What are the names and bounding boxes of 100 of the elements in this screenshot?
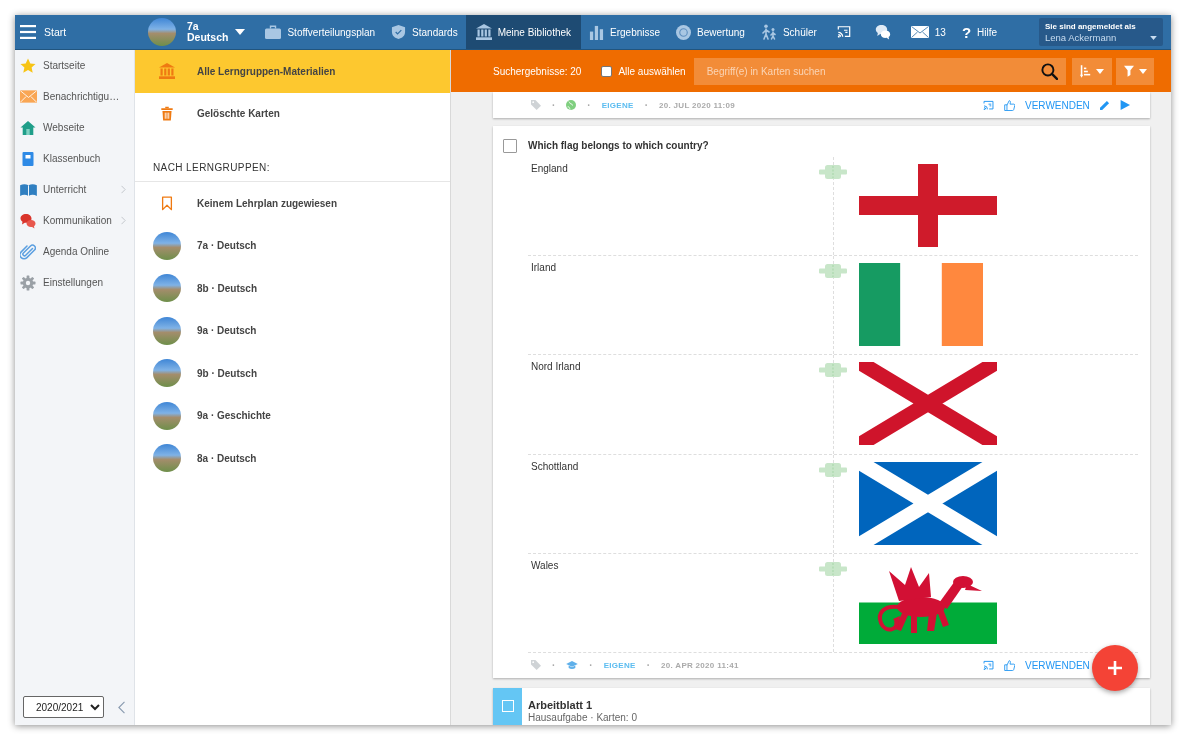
section-heading: NACH LERNGRUPPEN: (153, 162, 270, 173)
house-icon (20, 119, 36, 136)
term-label: England (531, 163, 568, 174)
nav-tab[interactable]: Meine Bibliothek (465, 15, 582, 49)
photo-placeholder (148, 18, 176, 46)
group-item[interactable]: 8a · Deutsch (135, 437, 450, 480)
bank-icon (159, 63, 175, 80)
thumbs-up-icon[interactable] (1004, 659, 1015, 671)
briefcase-icon (265, 25, 282, 39)
envelope-icon (910, 26, 929, 38)
cast-icon (836, 25, 851, 39)
filter-button[interactable] (1116, 57, 1154, 85)
sidebar-item[interactable]: Einstellungen (15, 267, 134, 298)
star-icon (20, 57, 36, 74)
bookmark-icon (160, 195, 174, 211)
term-label: Irland (531, 262, 556, 274)
play-icon[interactable] (1119, 100, 1130, 110)
nav-tab[interactable]: Bewertung (668, 15, 753, 49)
connector-icon[interactable] (819, 264, 847, 279)
shield-icon (391, 24, 407, 40)
card-checkbox[interactable] (503, 138, 517, 153)
checkbox[interactable] (601, 65, 613, 77)
connector-icon[interactable] (819, 462, 847, 477)
group-item[interactable]: 8b · Deutsch (135, 267, 450, 310)
source-label: EIGENE (601, 100, 634, 110)
sidebar-item[interactable]: Kommunikation (15, 205, 134, 236)
meta-separator: · (587, 99, 591, 111)
caret-icon (1150, 35, 1157, 40)
date-label: 20. JUL 2020 11:09 (659, 100, 736, 110)
chat-icon (874, 24, 891, 40)
menu-button[interactable]: Start (15, 15, 135, 49)
people-icon (760, 24, 777, 40)
group-item[interactable]: 9b · Deutsch (135, 352, 450, 395)
sort-button[interactable] (1072, 57, 1112, 85)
photo-placeholder (153, 231, 181, 260)
connector-icon[interactable] (819, 165, 847, 179)
paperclip-icon (20, 243, 36, 260)
caret-icon (1138, 68, 1147, 74)
search-field[interactable]: Begriff(e) in Karten suchen (693, 57, 1066, 85)
card-subtitle: Hausaufgabe · Karten: 0 (528, 711, 637, 724)
group-selector[interactable]: 7a Deutsch (148, 15, 246, 49)
envelope-icon (19, 90, 37, 103)
nav-tab[interactable]: Ergebnisse (581, 15, 669, 49)
card-title: Which flag belongs to which country? (528, 140, 709, 151)
connector-icon[interactable] (819, 561, 847, 576)
sidebar-item[interactable]: Agenda Online (15, 236, 134, 267)
term-label: Schottland (531, 460, 579, 472)
nav-tab[interactable]: Schüler (752, 15, 825, 49)
bar-chart-icon (589, 24, 605, 40)
sidebar-item[interactable]: Klassenbuch (15, 143, 134, 174)
collapse-icon[interactable] (118, 700, 125, 714)
sort-icon (1080, 64, 1091, 78)
source-label: EIGENE (603, 660, 636, 670)
card-title: Arbeitblatt 1 (528, 698, 594, 712)
tag-icon (531, 100, 541, 110)
nav-tab[interactable]: Stoffverteilungsplan (257, 15, 384, 49)
filter-icon (1123, 65, 1134, 77)
sidebar-item[interactable]: Benachrichtigu… (15, 81, 134, 112)
globe-icon (566, 100, 577, 110)
library-item[interactable]: Gelöschte Karten (135, 92, 450, 135)
sidebar-item[interactable]: Unterricht (15, 174, 134, 205)
photo-placeholder (153, 359, 181, 388)
chat-icon (20, 212, 36, 229)
user-menu[interactable]: Sie sind angemeldet als Lena Ackermann (1039, 18, 1163, 46)
nav-tab[interactable]: Standards (383, 15, 466, 49)
bank-icon (475, 24, 492, 40)
caret-icon (1096, 68, 1104, 74)
graduation-cap-icon (566, 660, 579, 670)
open-book-icon (19, 183, 37, 196)
mail-button[interactable]: 13 (902, 15, 954, 49)
connector-icon[interactable] (819, 363, 847, 378)
meta-separator: · (646, 659, 651, 671)
sidebar-item[interactable]: Startseite (15, 50, 134, 81)
plus-icon (1108, 661, 1122, 675)
photo-placeholder (153, 401, 181, 430)
cast-icon[interactable] (983, 659, 994, 671)
cast-icon[interactable] (983, 99, 994, 111)
badge-icon (676, 24, 692, 40)
group-item[interactable]: Keinem Lehrplan zugewiesen (135, 182, 450, 225)
results-count: Suchergebnisse: 20 (493, 65, 582, 77)
meta-separator: · (552, 659, 556, 671)
library-item[interactable]: Alle Lerngruppen-Materialien (135, 50, 450, 93)
term-label: Nord Irland (531, 361, 581, 373)
settings-icon (20, 274, 36, 291)
photo-placeholder (153, 444, 181, 473)
pencil-icon[interactable] (1099, 100, 1110, 110)
meta-separator: · (552, 99, 556, 111)
menu-icon (20, 25, 36, 39)
year-select[interactable]: 2020/2021 (23, 696, 104, 718)
date-label: 20. APR 2020 11:41 (661, 660, 739, 670)
help-button[interactable]: ? Hilfe (953, 15, 1006, 49)
photo-placeholder (153, 316, 181, 345)
term-label: Wales (531, 559, 559, 571)
trash-icon (160, 106, 174, 122)
group-item[interactable]: 9a · Geschichte (135, 394, 450, 437)
search-icon[interactable] (1041, 62, 1058, 80)
group-item[interactable]: 7a · Deutsch (135, 224, 450, 267)
thumbs-up-icon[interactable] (1004, 99, 1015, 111)
group-item[interactable]: 9a · Deutsch (135, 309, 450, 352)
sidebar-item[interactable]: Webseite (15, 112, 134, 143)
